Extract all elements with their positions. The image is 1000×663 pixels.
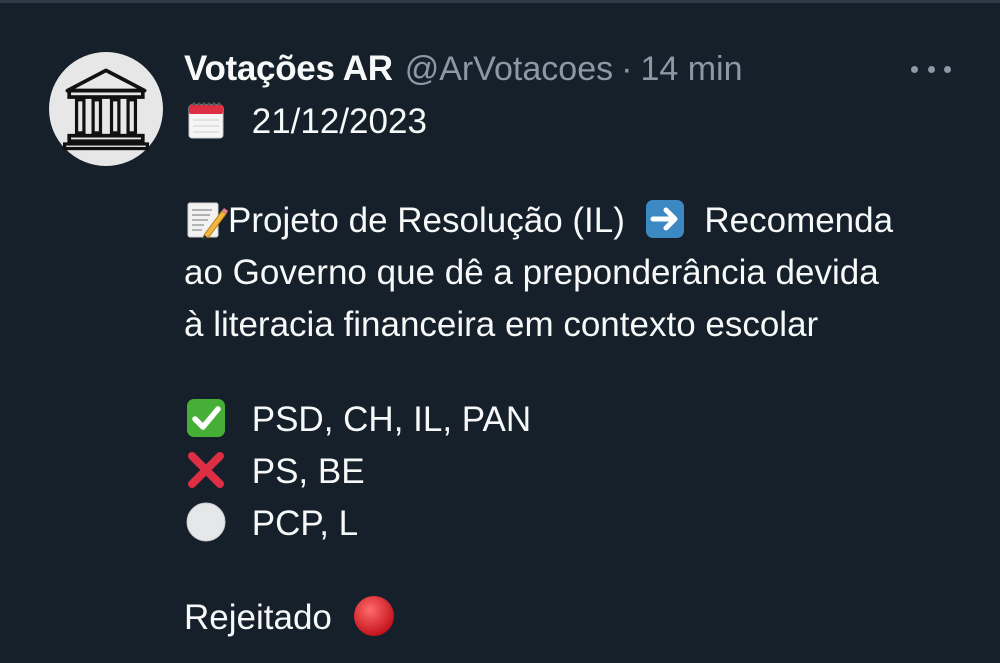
red-circle-icon <box>352 594 396 638</box>
calendar-icon <box>184 98 228 142</box>
votes-against: PS, BE <box>251 452 365 491</box>
profile-avatar[interactable] <box>49 52 163 166</box>
white-circle-icon <box>184 500 228 544</box>
top-divider <box>0 0 1000 3</box>
tweet-date-line: 21/12/2023 <box>184 96 974 148</box>
more-dot <box>927 65 935 73</box>
tweet-votes-block: PSD, CH, IL, PAN PS, BE PCP, L <box>184 394 974 550</box>
user-handle[interactable]: @ArVotacoes <box>405 50 613 89</box>
courthouse-icon <box>62 68 150 151</box>
header-separator: · <box>621 49 633 88</box>
tweet-result-line: Rejeitado <box>184 592 974 644</box>
cross-mark-icon <box>184 448 228 492</box>
display-name[interactable]: Votações AR <box>184 49 393 89</box>
right-arrow-icon <box>643 197 687 241</box>
resolution-text-1: Recomenda <box>704 201 894 240</box>
vote-result: Rejeitado <box>184 598 332 637</box>
votes-abstain: PCP, L <box>251 504 359 543</box>
more-dot <box>944 65 951 73</box>
resolution-title: Projeto de Resolução (IL) <box>228 201 625 240</box>
more-dot <box>911 65 918 73</box>
tweet-date: 21/12/2023 <box>251 102 427 141</box>
resolution-text-2: ao Governo que dê a preponderância devid… <box>184 253 879 292</box>
votes-for: PSD, CH, IL, PAN <box>251 400 532 439</box>
memo-icon <box>184 197 228 241</box>
timestamp[interactable]: 14 min <box>640 50 742 89</box>
tweet-header: Votações AR @ArVotacoes · 14 min <box>184 46 743 92</box>
resolution-text-3: à literacia financeira em contexto escol… <box>184 305 819 344</box>
tweet-title-block: Projeto de Resolução (IL) Recomenda ao G… <box>184 195 974 351</box>
check-mark-icon <box>184 396 228 440</box>
more-options-icon[interactable] <box>911 58 951 80</box>
